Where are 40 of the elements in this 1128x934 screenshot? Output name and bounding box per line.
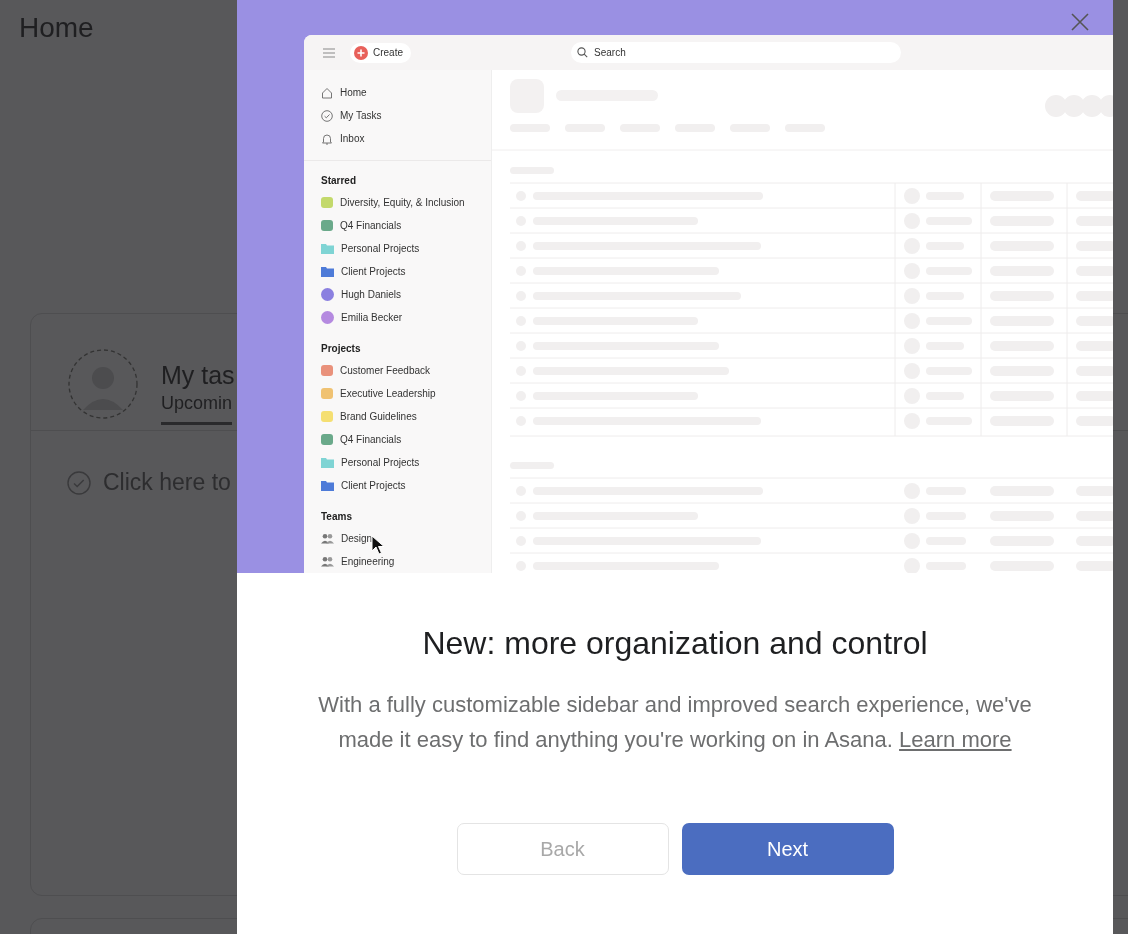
sidebar-item[interactable]: Q4 Financials — [340, 220, 402, 231]
cursor-icon — [371, 535, 385, 555]
search-field[interactable]: Search — [571, 42, 901, 63]
sidebar-item[interactable]: Personal Projects — [341, 457, 420, 468]
menu-icon[interactable] — [322, 46, 336, 59]
sidebar-item[interactable]: Personal Projects — [341, 243, 420, 254]
sidebar-item[interactable]: My Tasks — [340, 110, 382, 121]
section-title: Projects — [320, 342, 362, 356]
check-circle-icon[interactable] — [67, 470, 91, 495]
sidebar-item[interactable]: Diversity, Equity, & Inclusion — [340, 197, 465, 208]
team-icon — [321, 556, 334, 567]
sidebar-item[interactable]: Home — [340, 87, 367, 98]
home-icon — [321, 86, 333, 99]
close-icon[interactable] — [1071, 13, 1089, 31]
dialog-heading: New: more organization and control — [422, 624, 928, 663]
team-icon — [321, 533, 334, 544]
card-title: My tas — [161, 360, 235, 391]
dialog-description: With a fully customizable sidebar and improved search experience, we've made it easy to find anything you're working on in Asana. Learn more — [317, 691, 1033, 754]
check-circle-icon — [321, 109, 333, 122]
search-icon — [577, 47, 588, 58]
sidebar-item[interactable]: Executive Leadership — [340, 388, 436, 399]
avatar-placeholder-icon — [67, 348, 139, 420]
create-button[interactable]: Create — [350, 42, 411, 63]
sidebar-item[interactable]: Emilia Becker — [341, 312, 403, 323]
sidebar-item[interactable]: Q4 Financials — [340, 434, 402, 445]
plus-icon — [354, 45, 368, 60]
sidebar-item[interactable]: Client Projects — [341, 480, 406, 491]
sidebar-item[interactable]: Hugh Daniels — [341, 289, 402, 300]
sidebar-item[interactable]: Brand Guidelines — [340, 411, 417, 422]
sidebar-item[interactable]: Client Projects — [341, 266, 406, 277]
sidebar-item[interactable]: Engineering — [341, 556, 395, 567]
section-title: Starred — [320, 174, 357, 188]
sidebar-item[interactable]: Customer Feedback — [340, 365, 431, 376]
bell-icon — [321, 132, 333, 145]
section-title: Teams — [320, 510, 353, 524]
page-title: Home — [19, 12, 94, 44]
next-button[interactable]: Next — [681, 823, 894, 875]
sidebar-item[interactable]: Inbox — [340, 133, 365, 144]
learn-more-link[interactable]: Learn more — [899, 727, 1012, 752]
sidebar-item[interactable]: Design — [341, 533, 373, 544]
